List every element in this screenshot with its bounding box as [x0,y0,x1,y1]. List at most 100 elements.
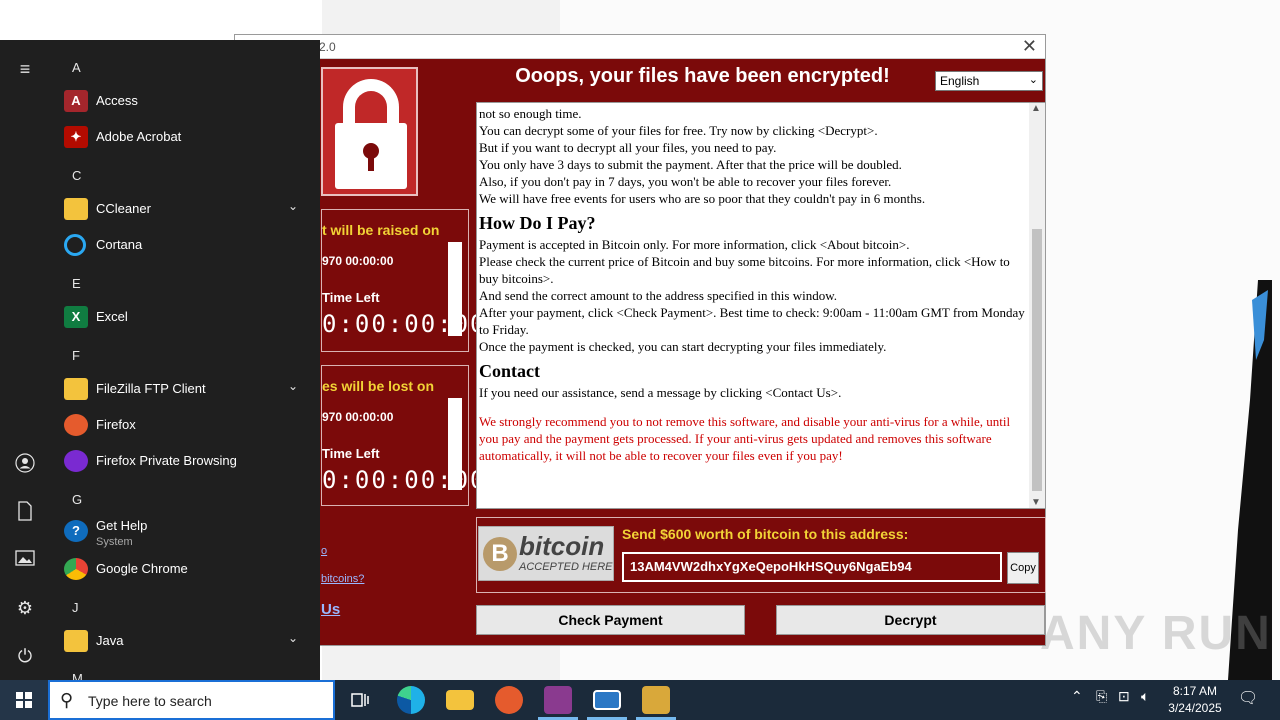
contact-us-link[interactable]: Us [321,601,340,618]
padlock-icon [321,67,418,196]
message-textbox[interactable]: not so enough time. You can decrypt some… [476,102,1046,509]
message-line: After your payment, click <Check Payment… [479,305,1025,337]
section-letter-c[interactable]: C [72,168,81,183]
app-access[interactable]: A Access [62,83,312,119]
send-amount-label: Send $600 worth of bitcoin to this addre… [622,526,909,542]
section-letter-a[interactable]: A [72,60,81,75]
get-help-icon: ? [64,520,88,542]
notification-icon[interactable]: 🗨︎ [1238,688,1258,708]
winrar-icon[interactable] [544,686,572,714]
section-letter-f[interactable]: F [72,348,80,363]
time-left-label: Time Left [322,290,380,305]
app-excel[interactable]: X Excel [62,299,312,335]
window-titlebar[interactable]: ypt0r 2.0 ✕ [235,35,1045,59]
start-button[interactable] [0,680,48,720]
documents-icon[interactable] [14,501,36,523]
app-label: Access [96,93,138,108]
edge-icon[interactable] [397,686,425,714]
clock-date: 3/24/2025 [1168,701,1222,715]
tray-device-icon[interactable]: ⎘ [1096,688,1107,705]
app-firefox-private[interactable]: Firefox Private Browsing [62,443,312,479]
hamburger-menu-icon[interactable]: ≡ [14,58,36,80]
chevron-down-icon[interactable]: ⌄ [288,631,298,645]
firefox-taskbar-icon[interactable] [495,686,523,714]
language-value: English [940,74,980,88]
about-bitcoin-link[interactable]: o [321,545,327,557]
watermark: ANY RUN [1040,607,1272,660]
message-line: We will have free events for users who a… [479,191,926,206]
message-line: not so enough time. [479,106,582,121]
section-letter-g[interactable]: G [72,492,82,507]
chevron-down-icon[interactable]: ⌄ [288,199,298,213]
app-label: Cortana [96,237,143,252]
handshake-icon[interactable] [642,686,670,714]
search-placeholder: Type here to search [88,693,212,709]
app-sublabel: System [96,536,133,548]
app-google-chrome[interactable]: Google Chrome [62,551,312,587]
cortana-icon [64,234,86,256]
user-icon[interactable] [14,453,36,475]
headline: Ooops, your files have been encrypted! [515,65,890,87]
task-view-icon[interactable] [346,686,374,714]
scroll-up-icon[interactable]: ▲ [1031,103,1041,114]
firefox-icon [64,414,88,436]
bitcoin-logo: B bitcoin ACCEPTED HERE [478,526,614,581]
access-icon: A [64,90,88,112]
bitcoin-address-field[interactable]: 13AM4VW2dhxYgXeQepoHkHSQuy6NgaEb94 [622,552,1002,582]
message-line: You only have 3 days to submit the payme… [479,157,902,172]
section-letter-j[interactable]: J [72,600,79,615]
taskbar-search-box[interactable]: ⚲ Type here to search [48,680,335,720]
app-java[interactable]: Java ⌄ [62,623,312,659]
search-icon: ⚲ [60,690,74,710]
decrypt-button[interactable]: Decrypt [776,605,1045,635]
message-line: Please check the current price of Bitcoi… [479,254,1010,286]
tray-chevron-up-icon[interactable]: ⌃ [1071,688,1083,705]
app-filezilla[interactable]: FileZilla FTP Client ⌄ [62,371,312,407]
contact-heading: Contact [479,361,540,381]
ransomware-window: ypt0r 2.0 ✕ Ooops, your files have been … [234,34,1046,646]
scroll-thumb[interactable] [1032,229,1042,491]
app-label: Google Chrome [96,561,188,576]
file-explorer-icon[interactable] [446,690,474,710]
time-left-label: Time Left [322,446,380,461]
language-select[interactable]: English ⌄ [935,71,1043,91]
app-label: CCleaner [96,201,151,216]
app-adobe-acrobat[interactable]: ✦ Adobe Acrobat [62,119,312,155]
close-icon[interactable]: ✕ [1022,36,1037,57]
scrollbar[interactable]: ▲ ▼ [1029,103,1045,508]
app-firefox[interactable]: Firefox [62,407,312,443]
scroll-down-icon[interactable]: ▼ [1031,497,1041,508]
window-app-icon[interactable] [593,690,621,710]
power-icon[interactable]: ⏻ [14,645,36,667]
app-label: Adobe Acrobat [96,129,182,144]
folder-icon [64,630,88,652]
chevron-down-icon[interactable]: ⌄ [288,379,298,393]
app-get-help[interactable]: ? Get Help System [62,513,312,549]
pictures-icon[interactable] [14,549,36,571]
panel-date: 970 00:00:00 [322,254,394,268]
app-ccleaner[interactable]: CCleaner ⌄ [62,191,312,227]
app-label: Excel [96,309,128,324]
network-icon[interactable]: ⊡ [1118,688,1130,705]
settings-gear-icon[interactable]: ⚙ [14,597,36,619]
message-line: Payment is accepted in Bitcoin only. For… [479,237,910,252]
app-label: Get Help [96,518,148,533]
folder-icon [64,378,88,400]
chrome-icon [64,558,88,580]
app-label: Firefox Private Browsing [96,453,237,468]
progress-bar [448,398,462,490]
message-line: Once the payment is checked, you can sta… [479,339,887,354]
copy-button[interactable]: Copy [1007,552,1039,584]
app-cortana[interactable]: Cortana [62,227,312,263]
firefox-private-icon [64,450,88,472]
how-to-buy-link[interactable]: bitcoins? [321,573,364,585]
section-letter-e[interactable]: E [72,276,81,291]
clock[interactable]: 8:17 AM 3/24/2025 [1160,683,1230,717]
section-letter-m[interactable]: M [72,671,83,680]
check-payment-button[interactable]: Check Payment [476,605,745,635]
volume-icon[interactable]: 🔈︎ [1141,688,1149,705]
bitcoin-logo-accepted: ACCEPTED HERE [519,561,613,573]
message-line: Also, if you don't pay in 7 days, you wo… [479,174,892,189]
start-menu: ≡ ⚙ ⏻ A A Access ✦ Adobe Acrobat C CClea… [0,40,320,680]
how-to-pay-heading: How Do I Pay? [479,213,596,233]
